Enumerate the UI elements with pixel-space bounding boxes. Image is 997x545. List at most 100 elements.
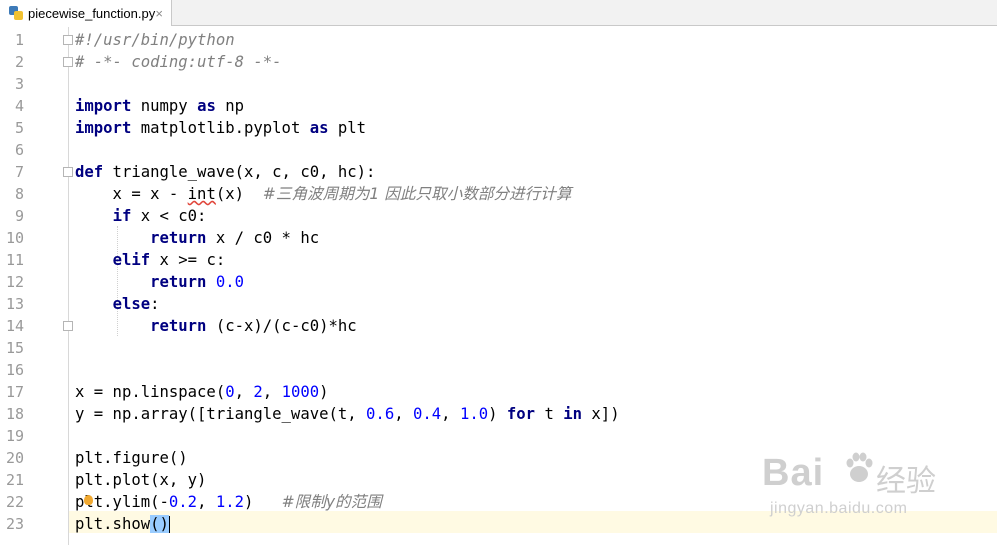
line-number: 3 bbox=[14, 75, 24, 93]
keyword-token: else bbox=[112, 295, 151, 313]
number-token: 0.0 bbox=[215, 273, 245, 291]
lightbulb-icon[interactable] bbox=[84, 495, 93, 505]
code-line[interactable]: plt.plot(x, y) bbox=[75, 469, 206, 491]
keyword-token: in bbox=[563, 405, 583, 423]
line-number: 14 bbox=[5, 317, 24, 335]
code-line[interactable]: # -*- coding:utf-8 -*- bbox=[75, 51, 282, 73]
code-line[interactable]: #!/usr/bin/python bbox=[75, 29, 235, 51]
code-token: ) bbox=[244, 493, 282, 511]
line-number: 10 bbox=[5, 229, 24, 247]
code-line[interactable]: return (c-x)/(c-c0)*hc bbox=[75, 315, 357, 337]
number-token: 1.2 bbox=[215, 493, 245, 511]
code-token: plt.plot(x, y) bbox=[75, 471, 207, 489]
code-line[interactable]: plt.ylim(-0.2, 1.2) #限制y的范围 bbox=[75, 491, 382, 513]
code-line[interactable]: if x < c0: bbox=[75, 205, 207, 227]
code-token: x >= c: bbox=[150, 251, 226, 269]
code-token: plt.figure() bbox=[75, 449, 188, 467]
comment-token: #!/usr/bin/python bbox=[75, 31, 235, 49]
code-token: (c-x)/(c-c0)*hc bbox=[206, 317, 357, 335]
line-number: 12 bbox=[5, 273, 24, 291]
line-number: 20 bbox=[5, 449, 24, 467]
keyword-token: return bbox=[150, 273, 207, 291]
watermark-brand: Bai bbox=[762, 452, 825, 494]
keyword-token: elif bbox=[112, 251, 151, 269]
code-line[interactable]: x = np.linspace(0, 2, 1000) bbox=[75, 381, 329, 403]
line-number: 7 bbox=[14, 163, 24, 181]
number-token: 2 bbox=[253, 383, 263, 401]
code-token: y = np.array([triangle_wave(t, bbox=[75, 405, 367, 423]
comment-token: #限制y的范围 bbox=[281, 493, 382, 511]
code-line[interactable]: elif x >= c: bbox=[75, 249, 226, 271]
code-token: , bbox=[262, 383, 282, 401]
code-line[interactable]: x = x - int(x) #三角波周期为1 因此只取小数部分进行计算 bbox=[75, 183, 572, 205]
code-token: , bbox=[197, 493, 216, 511]
code-token: , bbox=[441, 405, 460, 423]
text-caret bbox=[168, 516, 171, 533]
fold-icon[interactable] bbox=[63, 321, 73, 331]
line-number: 18 bbox=[5, 405, 24, 423]
number-token: 0 bbox=[225, 383, 235, 401]
line-number: 23 bbox=[5, 515, 24, 533]
code-token: triangle_wave(x, c, c0, hc): bbox=[103, 163, 376, 181]
code-token: x = x - bbox=[75, 185, 188, 203]
code-token: x / c0 * hc bbox=[206, 229, 320, 247]
line-number: 2 bbox=[14, 53, 24, 71]
code-token: x = np.linspace( bbox=[75, 383, 226, 401]
number-token: 0.4 bbox=[413, 405, 442, 423]
keyword-token: return bbox=[150, 229, 207, 247]
line-number: 6 bbox=[14, 141, 24, 159]
code-line[interactable]: return 0.0 bbox=[75, 271, 244, 293]
code-token: int bbox=[187, 185, 216, 203]
number-token: 0.2 bbox=[168, 493, 198, 511]
paw-logo-icon bbox=[844, 452, 874, 482]
line-number: 4 bbox=[14, 97, 24, 115]
code-line[interactable]: plt.show() bbox=[75, 513, 171, 535]
code-token: , bbox=[394, 405, 413, 423]
code-line[interactable]: import matplotlib.pyplot as plt bbox=[75, 117, 366, 139]
watermark-brand-cn: 经验 bbox=[876, 464, 936, 499]
code-token: (x) bbox=[215, 185, 263, 203]
line-number: 22 bbox=[5, 493, 24, 511]
editor-tab-bar: piecewise_function.py × bbox=[0, 0, 997, 26]
comment-token: # -*- coding:utf-8 -*- bbox=[75, 53, 282, 71]
keyword-token: as bbox=[197, 97, 216, 115]
keyword-token: import bbox=[75, 97, 132, 115]
code-line[interactable]: else: bbox=[75, 293, 160, 315]
code-token: t bbox=[535, 405, 564, 423]
line-number: 16 bbox=[5, 361, 24, 379]
line-number: 17 bbox=[5, 383, 24, 401]
code-token: : bbox=[150, 295, 160, 313]
code-token: matplotlib.pyplot bbox=[131, 119, 310, 137]
code-token: () bbox=[150, 515, 169, 533]
line-number: 9 bbox=[14, 207, 24, 225]
code-token: ) bbox=[319, 383, 329, 401]
file-tab-piecewise-function[interactable]: piecewise_function.py × bbox=[0, 0, 172, 26]
code-line[interactable]: return x / c0 * hc bbox=[75, 227, 319, 249]
code-line[interactable]: import numpy as np bbox=[75, 95, 244, 117]
watermark-url: jingyan.baidu.com bbox=[770, 500, 908, 517]
fold-icon[interactable] bbox=[63, 35, 73, 45]
code-line[interactable]: def triangle_wave(x, c, c0, hc): bbox=[75, 161, 375, 183]
fold-icon[interactable] bbox=[63, 57, 73, 67]
line-number: 19 bbox=[5, 427, 24, 445]
keyword-token: import bbox=[75, 119, 132, 137]
code-token: np bbox=[215, 97, 245, 115]
fold-icon[interactable] bbox=[63, 167, 73, 177]
code-token: numpy bbox=[131, 97, 198, 115]
keyword-token: as bbox=[309, 119, 329, 137]
line-number: 13 bbox=[5, 295, 24, 313]
keyword-token: return bbox=[150, 317, 207, 335]
code-line[interactable]: plt.figure() bbox=[75, 447, 188, 469]
line-number: 5 bbox=[14, 119, 24, 137]
code-token: ) bbox=[488, 405, 507, 423]
close-tab-icon[interactable]: × bbox=[155, 6, 163, 21]
code-token: x]) bbox=[582, 405, 620, 423]
comment-token: #三角波周期为1 因此只取小数部分进行计算 bbox=[262, 185, 572, 203]
line-number: 21 bbox=[5, 471, 24, 489]
code-line[interactable]: y = np.array([triangle_wave(t, 0.6, 0.4,… bbox=[75, 403, 620, 425]
